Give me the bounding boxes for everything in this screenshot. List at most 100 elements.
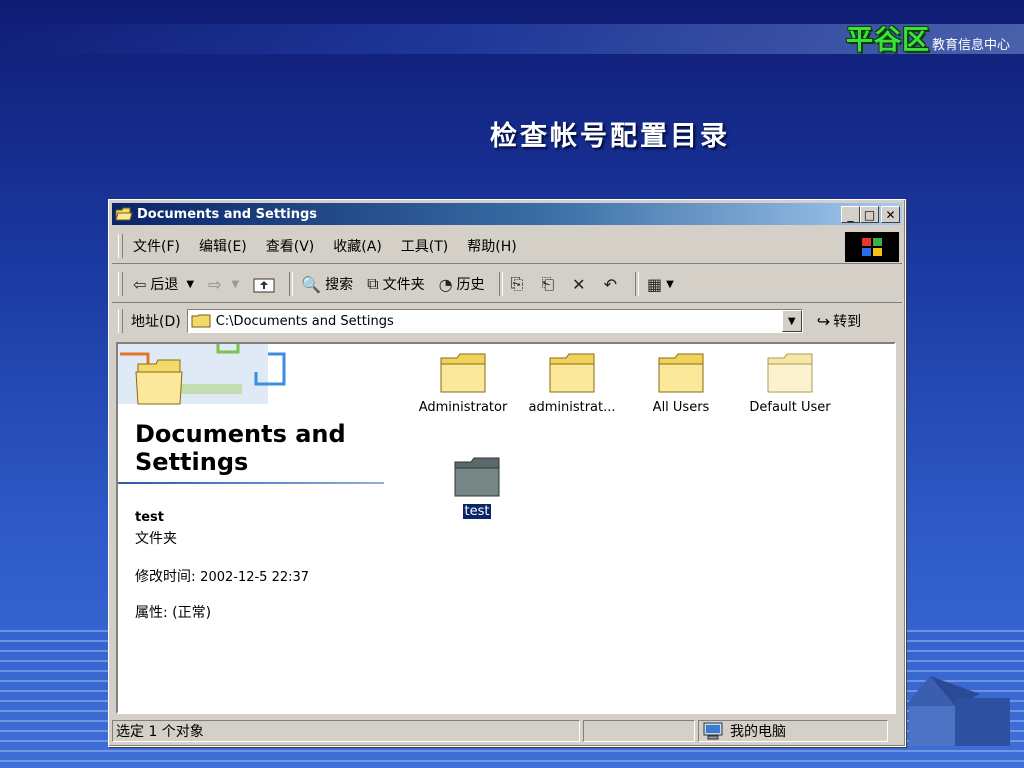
toolbar-separator <box>289 272 294 296</box>
menu-help[interactable]: 帮助(H) <box>467 236 516 256</box>
search-button[interactable]: 🔍 搜索 <box>301 274 353 294</box>
copy-to-button[interactable]: ⎗ <box>541 274 558 294</box>
selected-item-type: 文件夹 <box>135 531 177 547</box>
folder-icon <box>440 353 486 393</box>
history-icon: ◔ <box>438 274 453 294</box>
go-label: 转到 <box>833 314 862 330</box>
folder-label: Default User <box>749 400 831 415</box>
back-button[interactable]: ⇦ 后退 ▼ <box>133 274 194 294</box>
menu-view[interactable]: 查看(V) <box>266 236 315 256</box>
forward-button[interactable]: ⇨ ▼ <box>208 275 239 294</box>
toolbar-separator-3 <box>634 272 639 296</box>
folders-label: 文件夹 <box>382 277 425 293</box>
forward-arrow-icon: ⇨ <box>208 274 222 294</box>
folder-label: test <box>461 503 493 520</box>
folder-icon <box>658 353 704 393</box>
back-label: 后退 <box>150 277 179 293</box>
search-label: 搜索 <box>325 277 354 293</box>
go-arrow-icon: ↪ <box>816 311 831 331</box>
back-dropdown-icon[interactable]: ▼ <box>186 279 194 290</box>
file-list: Administrator administrat... All Users D… <box>408 344 894 712</box>
attributes-value: (正常) <box>172 605 212 621</box>
undo-button[interactable]: ↶ <box>604 275 621 294</box>
folder-item[interactable]: All Users <box>626 352 736 415</box>
maximize-button[interactable]: □ <box>860 206 879 223</box>
slide-title: 检查帐号配置目录 <box>490 121 730 152</box>
menu-file[interactable]: 文件(F) <box>133 236 180 256</box>
toolbar-separator-2 <box>498 272 503 296</box>
attributes-row: 属性: (正常) <box>135 602 211 622</box>
folder-icon <box>191 314 211 328</box>
logo-main: 平谷区 <box>845 25 930 56</box>
menu-bar: 文件(F) 编辑(E) 查看(V) 收藏(A) 工具(T) 帮助(H) <box>112 229 902 264</box>
status-selection: 选定 1 个对象 <box>112 720 580 742</box>
folder-label: Administrator <box>418 400 508 415</box>
status-zone: 我的电脑 <box>698 720 888 742</box>
views-icon: ▦ <box>646 274 663 294</box>
logo-sub: 教育信息中心 <box>931 38 1010 53</box>
folder-title: Documents and Settings <box>135 420 346 476</box>
history-label: 历史 <box>456 277 485 293</box>
folder-banner-graphic <box>118 344 286 405</box>
up-folder-button[interactable] <box>253 275 275 293</box>
folder-icon <box>454 457 500 497</box>
move-to-icon: ⎘ <box>510 274 524 293</box>
modified-value: 2002-12-5 22:37 <box>200 570 310 585</box>
copy-to-icon: ⎗ <box>541 274 555 293</box>
folders-button[interactable]: ⧉ 文件夹 <box>367 274 424 294</box>
selected-item-name: test <box>135 510 164 525</box>
folder-label: administrat... <box>528 400 616 415</box>
folder-item[interactable]: Default User <box>735 352 845 415</box>
modified-row: 修改时间: 2002-12-5 22:37 <box>135 566 309 586</box>
window-controls: _ □ ✕ <box>841 206 900 223</box>
modified-label: 修改时间: <box>135 569 196 585</box>
toolbar: ⇦ 后退 ▼ ⇨ ▼ 🔍 搜索 ⧉ 文件夹 ◔ 历史 ⎘ ⎗ ✕ ↶ ▦ ▼ <box>112 266 902 303</box>
windows-logo-icon <box>845 232 899 262</box>
delete-button[interactable]: ✕ <box>572 275 589 294</box>
info-panel: Documents and Settings test 文件夹 修改时间: 20… <box>118 344 386 712</box>
address-dropdown-icon[interactable]: ▼ <box>781 310 802 332</box>
folder-label: All Users <box>652 400 710 415</box>
folder-item[interactable]: Administrator <box>408 352 518 415</box>
views-button[interactable]: ▦ ▼ <box>647 275 674 294</box>
toolbar-grip <box>118 272 123 296</box>
up-folder-icon <box>253 278 275 293</box>
title-divider <box>118 482 384 484</box>
forward-dropdown-icon[interactable]: ▼ <box>232 279 240 290</box>
move-to-button[interactable]: ⎘ <box>511 274 528 294</box>
undo-icon: ↶ <box>603 274 617 294</box>
address-grip <box>118 309 123 333</box>
status-bar: 选定 1 个对象 我的电脑 <box>112 718 902 744</box>
my-computer-icon <box>703 722 723 740</box>
tent-decoration <box>905 676 1010 746</box>
windows-flag-icon <box>862 238 882 256</box>
back-arrow-icon: ⇦ <box>133 274 147 294</box>
history-button[interactable]: ◔ 历史 <box>439 274 485 294</box>
menu-edit[interactable]: 编辑(E) <box>199 236 247 256</box>
content-area: Documents and Settings test 文件夹 修改时间: 20… <box>116 342 896 714</box>
status-empty <box>583 720 695 742</box>
folder-icon <box>549 353 595 393</box>
attributes-label: 属性: <box>135 605 168 621</box>
delete-icon: ✕ <box>572 274 586 294</box>
menu-grip <box>118 234 123 258</box>
folder-item-selected[interactable]: test <box>422 456 532 520</box>
window-title: Documents and Settings <box>137 206 318 222</box>
folders-icon: ⧉ <box>367 274 379 293</box>
address-label: 地址(D) <box>131 314 181 330</box>
go-button[interactable]: ↪ 转到 <box>817 311 861 331</box>
folder-item[interactable]: administrat... <box>517 352 627 415</box>
explorer-window: Documents and Settings _ □ ✕ 文件(F) 编辑(E)… <box>108 199 906 747</box>
folder-title-line1: Documents and <box>135 420 346 448</box>
minimize-button[interactable]: _ <box>841 206 860 223</box>
folder-title-line2: Settings <box>135 448 249 476</box>
menu-tools[interactable]: 工具(T) <box>401 236 448 256</box>
close-button[interactable]: ✕ <box>881 206 900 223</box>
address-input[interactable]: C:\Documents and Settings ▼ <box>186 309 803 333</box>
views-dropdown-icon: ▼ <box>666 278 674 290</box>
address-value: C:\Documents and Settings <box>215 313 394 329</box>
folder-open-icon <box>115 207 133 221</box>
title-bar[interactable]: Documents and Settings _ □ ✕ <box>112 203 902 225</box>
menu-favorites[interactable]: 收藏(A) <box>333 236 382 256</box>
folder-icon <box>767 353 813 393</box>
